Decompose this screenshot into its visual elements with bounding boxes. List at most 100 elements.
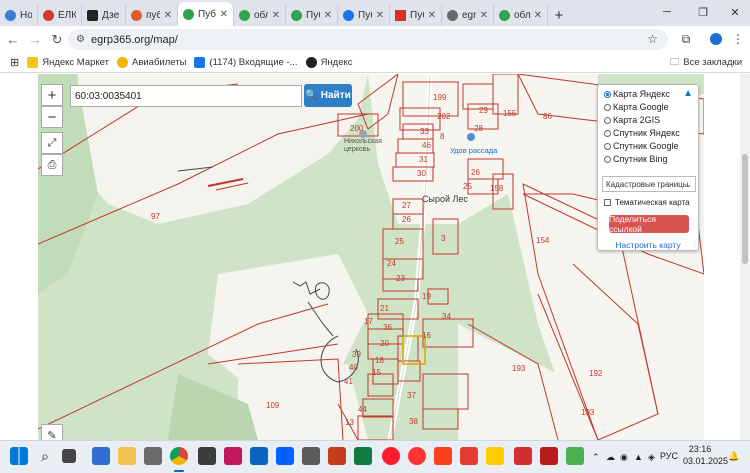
- zoom-out-button[interactable]: −: [41, 106, 63, 128]
- all-bookmarks[interactable]: 🗀 Все закладки: [670, 55, 742, 71]
- calculator-icon[interactable]: [198, 447, 216, 465]
- address-bar[interactable]: ⚙ egrp365.org/map/ ☆: [68, 29, 668, 50]
- tab-1[interactable]: Ноя: [0, 4, 38, 26]
- folder-icon: 🗀: [669, 56, 680, 68]
- layer-option[interactable]: Карта 2GIS: [604, 115, 660, 125]
- extensions-icon[interactable]: ⧉: [676, 29, 696, 49]
- outlook-icon[interactable]: [250, 447, 268, 465]
- site-info-icon[interactable]: ⚙: [76, 34, 85, 45]
- tab-2[interactable]: ЕЛК: [38, 4, 82, 26]
- layer-option[interactable]: Карта Яндекс: [604, 89, 670, 99]
- print-icon[interactable]: ⎙: [41, 154, 63, 176]
- file-explorer-icon[interactable]: [118, 447, 136, 465]
- tab-7[interactable]: Пуб✕: [286, 4, 338, 26]
- bookmark-inbox[interactable]: (1174) Входящие -...: [194, 57, 298, 68]
- topo-checkbox[interactable]: Тематическая карта: [604, 198, 690, 207]
- close-icon[interactable]: ✕: [428, 10, 436, 21]
- parcel-label: 25: [395, 237, 404, 246]
- close-icon[interactable]: ✕: [324, 10, 332, 21]
- tab-active[interactable]: Пуб ✕: [178, 2, 234, 26]
- tab-10[interactable]: egr ✕: [442, 4, 494, 26]
- windows-start-icon[interactable]: [10, 447, 28, 465]
- forward-button[interactable]: →: [24, 29, 46, 51]
- maximize-button[interactable]: ❐: [688, 0, 718, 24]
- back-button[interactable]: ←: [2, 29, 24, 51]
- layer-option[interactable]: Спутник Яндекс: [604, 128, 680, 138]
- close-window-button[interactable]: ✕: [720, 0, 750, 24]
- layer-option[interactable]: Спутник Google: [604, 141, 678, 151]
- close-icon[interactable]: ✕: [272, 10, 280, 21]
- yandex-icon[interactable]: [434, 447, 452, 465]
- reload-button[interactable]: ↻: [46, 29, 68, 51]
- configure-map-link[interactable]: Настроить карту: [598, 240, 698, 250]
- tray-chevron-icon[interactable]: ⌃: [592, 452, 600, 463]
- bookmark-aviabilety[interactable]: Авиабилеты: [116, 57, 186, 68]
- close-icon[interactable]: ✕: [480, 10, 488, 21]
- overlay-select[interactable]: Кадастровые границы ⌄: [602, 176, 696, 192]
- bookmark-yandex[interactable]: Яндекс: [305, 57, 353, 68]
- avatar[interactable]: [706, 29, 726, 49]
- bookmark-yandex-market[interactable]: Яндекс Маркет: [27, 57, 109, 68]
- dropbox-icon[interactable]: [276, 447, 294, 465]
- powerpoint-icon[interactable]: [328, 447, 346, 465]
- tray-app-icon[interactable]: ☁: [606, 452, 615, 463]
- system-clock[interactable]: 23:16 03.01.2025: [683, 443, 728, 467]
- parcel-label: 202: [437, 112, 451, 121]
- parcel-label: 39: [352, 350, 361, 359]
- tray-app-icon[interactable]: ◉: [620, 452, 628, 463]
- parcel-label: 154: [536, 236, 550, 245]
- tab-11[interactable]: обл ✕: [494, 4, 548, 26]
- share-link-button[interactable]: Поделиться ссылкой: [609, 214, 689, 234]
- find-button[interactable]: 🔍 Найти: [304, 84, 352, 107]
- app-icon[interactable]: [540, 447, 558, 465]
- close-icon[interactable]: ✕: [220, 9, 228, 20]
- scroll-thumb[interactable]: [742, 154, 748, 264]
- ruler-icon[interactable]: ✎: [41, 424, 63, 440]
- close-icon[interactable]: ✕: [164, 10, 172, 21]
- tab-4[interactable]: публ✕: [126, 4, 178, 26]
- tray-app-icon[interactable]: ▲: [634, 452, 643, 462]
- parcel-label: 158: [490, 184, 504, 193]
- search-icon[interactable]: ⌕: [36, 447, 54, 465]
- app-icon[interactable]: [224, 447, 242, 465]
- fullscreen-icon[interactable]: ⤢: [41, 132, 63, 154]
- tab-favicon-icon: [291, 9, 302, 21]
- tab-6[interactable]: обл✕: [234, 4, 286, 26]
- acrobat-icon[interactable]: [514, 447, 532, 465]
- layer-option[interactable]: Спутник Bing: [604, 154, 667, 164]
- tab-3[interactable]: Дзе: [82, 4, 126, 26]
- bookmark-star-icon[interactable]: ☆: [647, 32, 658, 46]
- chrome-icon[interactable]: [170, 447, 188, 465]
- opera-icon[interactable]: [382, 447, 400, 465]
- cadastral-search-input[interactable]: [70, 85, 302, 107]
- widgets-icon[interactable]: [92, 447, 110, 465]
- minimize-button[interactable]: ─: [652, 0, 682, 24]
- language-indicator[interactable]: РУС: [660, 451, 678, 461]
- page-scrollbar[interactable]: [740, 74, 750, 440]
- new-tab-button[interactable]: +: [548, 4, 570, 26]
- market-icon: [27, 57, 39, 68]
- menu-icon[interactable]: ⋮: [728, 29, 748, 49]
- apps-icon[interactable]: ⊞: [10, 56, 19, 69]
- collapse-icon[interactable]: ▲: [683, 88, 693, 99]
- zoom-in-button[interactable]: +: [41, 84, 63, 106]
- tab-8[interactable]: Пуб✕: [338, 4, 390, 26]
- parcel-label: 18: [375, 356, 384, 365]
- yandex-icon[interactable]: [460, 447, 478, 465]
- tab-favicon-icon: [183, 8, 194, 20]
- parcel-label: 200: [350, 124, 364, 133]
- excel-icon[interactable]: [354, 447, 372, 465]
- app-icon[interactable]: [486, 447, 504, 465]
- task-view-icon[interactable]: [62, 449, 76, 463]
- tab-9[interactable]: Пуб✕: [390, 4, 442, 26]
- tab-favicon-icon: [447, 9, 458, 21]
- notification-icon[interactable]: 🔔: [728, 451, 739, 462]
- app-icon[interactable]: [302, 447, 320, 465]
- yandex-browser-icon[interactable]: [408, 447, 426, 465]
- tray-app-icon[interactable]: ◈: [648, 452, 655, 463]
- store-icon[interactable]: [144, 447, 162, 465]
- app-icon[interactable]: [566, 447, 584, 465]
- close-icon[interactable]: ✕: [376, 10, 384, 21]
- close-icon[interactable]: ✕: [534, 10, 542, 21]
- layer-option[interactable]: Карта Google: [604, 102, 669, 112]
